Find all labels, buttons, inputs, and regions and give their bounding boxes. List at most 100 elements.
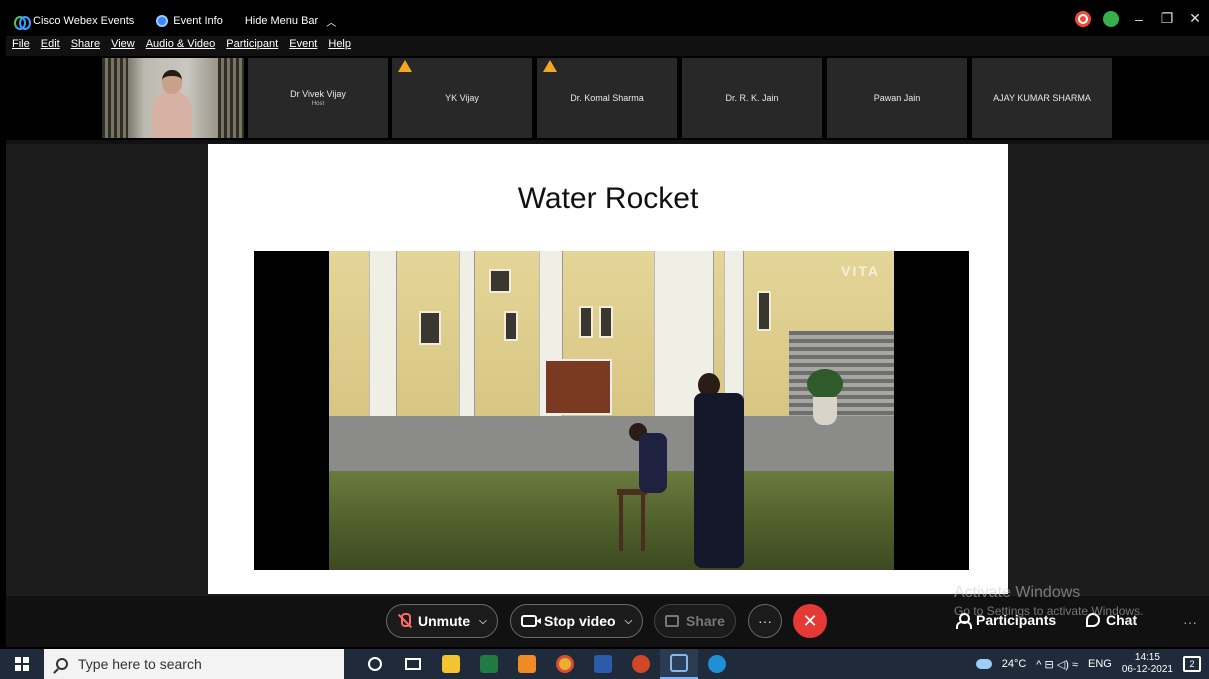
participant-name: YK Vijay: [445, 93, 479, 103]
chevron-up-icon: ︿: [326, 17, 337, 29]
event-info-label: Event Info: [173, 15, 223, 27]
participant-tile[interactable]: Dr Vivek Vijay Host: [248, 58, 388, 138]
participants-button[interactable]: Participants: [956, 612, 1056, 629]
planter: [807, 369, 843, 429]
more-options-button[interactable]: ···: [748, 604, 782, 638]
minimize-button[interactable]: –: [1131, 11, 1147, 27]
shield-icon: [156, 15, 169, 27]
participant-tile[interactable]: AJAY KUMAR SHARMA: [972, 58, 1112, 138]
share-button[interactable]: Share: [654, 604, 736, 638]
app-name: Cisco Webex Events: [33, 15, 135, 27]
search-icon: [56, 658, 68, 670]
participant-name: Dr Vivek Vijay: [290, 89, 346, 99]
system-tray: 24°C ^ ⊟ ◁) ≈ ENG 14:15 06-12-2021 2: [975, 649, 1209, 679]
chrome-button[interactable]: [546, 649, 584, 679]
task-view-button[interactable]: [394, 649, 432, 679]
notification-count: 2: [1189, 659, 1195, 669]
overflow-menu-button[interactable]: ···: [1183, 614, 1197, 630]
cloud-icon[interactable]: [975, 659, 992, 669]
menu-bar: File Edit Share View Audio & Video Parti…: [6, 38, 351, 56]
word-button[interactable]: [584, 649, 622, 679]
menu-share[interactable]: Share: [71, 38, 100, 56]
student-figure: [694, 373, 754, 568]
restore-button[interactable]: ❐: [1159, 10, 1175, 27]
powerpoint-button[interactable]: [622, 649, 660, 679]
menu-file[interactable]: File: [12, 38, 30, 56]
speaker-head: [162, 70, 182, 94]
menu-view[interactable]: View: [111, 38, 135, 56]
building-window: [504, 311, 518, 341]
chat-button[interactable]: Chat: [1086, 612, 1137, 628]
edge-button[interactable]: [698, 649, 736, 679]
menu-help[interactable]: Help: [328, 38, 351, 56]
building-window: [757, 291, 771, 331]
student-figure: [629, 423, 669, 513]
language-indicator[interactable]: ENG: [1088, 658, 1112, 670]
taskbar-search[interactable]: Type here to search: [44, 649, 344, 679]
share-screen-icon: [665, 615, 679, 627]
participant-tile[interactable]: Dr. R. K. Jain: [682, 58, 822, 138]
pillar: [369, 251, 397, 431]
menu-audio-video[interactable]: Audio & Video: [146, 38, 216, 56]
muted-microphone-icon: [397, 613, 411, 629]
building-window: [419, 311, 441, 345]
unmute-button[interactable]: Unmute ⌵: [386, 604, 498, 638]
title-bar: Cisco Webex Events Event Info Hide Menu …: [6, 6, 1209, 36]
menu-participant[interactable]: Participant: [226, 38, 278, 56]
notification-center-button[interactable]: 2: [1183, 656, 1201, 672]
warning-icon: [543, 60, 557, 72]
titlebar-right: – ❐ ✕: [1075, 10, 1203, 27]
event-info-button[interactable]: Event Info: [156, 15, 223, 27]
speaker-figure: [152, 70, 192, 138]
content-stage: Water Rocket VITA: [6, 144, 1209, 596]
self-video-tile[interactable]: [102, 58, 244, 138]
app-button[interactable]: [508, 649, 546, 679]
start-button[interactable]: [0, 649, 44, 679]
chevron-down-icon[interactable]: ⌵: [625, 616, 633, 627]
windows-taskbar: Type here to search 24°C ^ ⊟ ◁) ≈ ENG 14…: [0, 649, 1209, 679]
student-body: [639, 433, 667, 493]
chevron-down-icon[interactable]: ⌵: [479, 616, 487, 627]
clock-time: 14:15: [1134, 652, 1160, 663]
participant-tile[interactable]: YK Vijay: [392, 58, 532, 138]
speaker-body: [152, 92, 192, 138]
lawn: [329, 471, 894, 570]
video-frame: VITA: [329, 251, 894, 570]
participant-tile[interactable]: Pawan Jain: [827, 58, 967, 138]
network-health-icon[interactable]: [1103, 10, 1119, 27]
tray-icons[interactable]: ^ ⊟ ◁) ≈: [1036, 658, 1078, 671]
webex-window: Cisco Webex Events Event Info Hide Menu …: [6, 6, 1209, 647]
windows-logo-icon: [15, 657, 29, 671]
app-title: Cisco Webex Events: [14, 15, 135, 30]
warning-icon: [398, 60, 412, 72]
stop-video-label: Stop video: [544, 613, 616, 629]
recording-icon[interactable]: [1075, 10, 1091, 27]
close-button[interactable]: ✕: [1187, 10, 1203, 27]
shared-slide: Water Rocket VITA: [208, 144, 1008, 594]
participant-role: Host: [311, 101, 325, 107]
hide-menu-bar-button[interactable]: Hide Menu Bar ︿: [245, 14, 336, 29]
clock[interactable]: 14:15 06-12-2021: [1122, 652, 1173, 676]
share-label: Share: [686, 613, 725, 629]
excel-button[interactable]: [470, 649, 508, 679]
menu-edit[interactable]: Edit: [41, 38, 60, 56]
end-meeting-button[interactable]: ✕: [793, 604, 827, 638]
slide-title: Water Rocket: [517, 182, 699, 215]
participant-video-strip: Dr Vivek Vijay Host YK Vijay Dr. Komal S…: [6, 56, 1209, 140]
embedded-video[interactable]: VITA: [254, 251, 969, 570]
pinned-apps: [356, 649, 736, 679]
file-explorer-button[interactable]: [432, 649, 470, 679]
chat-icon: [1086, 613, 1100, 627]
unmute-label: Unmute: [418, 613, 471, 629]
edge-icon: [708, 655, 726, 673]
stop-video-button[interactable]: Stop video ⌵: [510, 604, 644, 638]
meeting-controls: Unmute ⌵ Stop video ⌵ Share ··· ✕ Partic…: [6, 600, 1209, 642]
pillar: [459, 251, 475, 431]
menu-event[interactable]: Event: [289, 38, 317, 56]
cortana-button[interactable]: [356, 649, 394, 679]
chat-label: Chat: [1106, 612, 1138, 628]
participant-tile[interactable]: Dr. Komal Sharma: [537, 58, 677, 138]
webex-taskbar-button[interactable]: [660, 649, 698, 679]
building-window: [579, 306, 593, 338]
weather-temperature[interactable]: 24°C: [1002, 658, 1027, 670]
